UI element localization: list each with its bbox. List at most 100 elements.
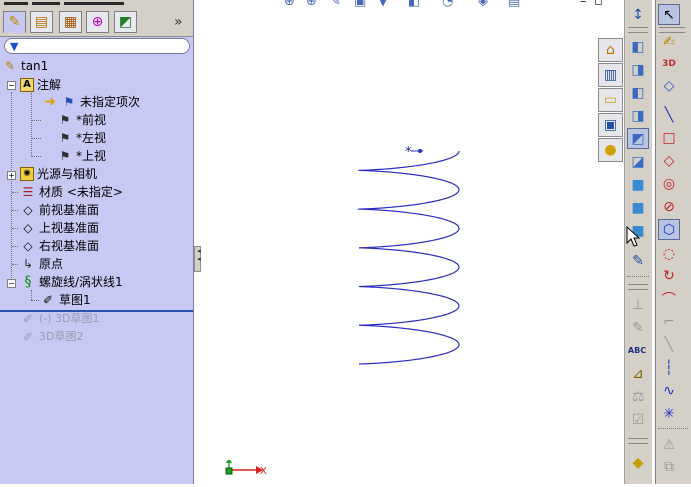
zoom-to-fit-icon[interactable]: ⊕ — [284, 0, 298, 9]
tree-item-front-view[interactable]: ⚑ *前视 — [57, 111, 106, 129]
chamfer-icon: ╲ — [664, 336, 674, 353]
tree-root[interactable]: ✎ tan1 — [2, 57, 48, 75]
toolbar-grip[interactable] — [628, 284, 648, 290]
tree-item-top-view[interactable]: ⚑ *上视 — [57, 147, 106, 165]
bottom-view-button[interactable]: ◪ — [627, 151, 649, 172]
back-view-button[interactable]: ◨ — [627, 59, 649, 80]
tree-item-front-plane[interactable]: ◇ 前视基准面 — [20, 201, 99, 219]
normal-to-button[interactable]: ↕ — [627, 4, 649, 25]
file-explorer-tab[interactable]: ▭ — [598, 88, 623, 112]
helix-curve[interactable] — [356, 150, 460, 365]
parallelogram-button[interactable]: ◇ — [658, 150, 680, 171]
tree-item-undefined-items[interactable]: ➜ ⚑ 未指定项次 — [42, 93, 140, 111]
tree-item-helix[interactable]: § 螺旋线/涡状线1 — [20, 273, 123, 291]
centerline-button[interactable]: ┆ — [658, 357, 680, 378]
centerpoint-arc-button[interactable]: ◌ — [658, 243, 680, 264]
lights-expander[interactable]: + — [7, 171, 16, 180]
smart-dimension-sketch-button[interactable]: ◇ — [658, 75, 680, 96]
ellipse-button[interactable]: ⊘ — [658, 196, 680, 217]
rectangle-button[interactable]: □ — [658, 127, 680, 148]
toolbar-grip[interactable] — [628, 438, 648, 444]
sketch-fillet-button[interactable]: ⌐ — [658, 311, 680, 332]
isometric-view-button[interactable]: ■ — [627, 174, 649, 195]
right-view-button[interactable]: ◨ — [627, 105, 649, 126]
annotation-view-icon: ⚑ — [59, 149, 71, 163]
tree-filter-input[interactable]: ▼ — [4, 38, 190, 54]
view-selector-button[interactable]: ✎ — [627, 250, 649, 271]
tree-item-3d-sketch1[interactable]: ✐ (-) 3D草图1 — [20, 310, 100, 328]
design-library-tab[interactable]: ▥ — [598, 63, 623, 87]
window-restore-icon[interactable]: ▫ — [594, 0, 608, 9]
view-settings-icon[interactable]: ▤ — [508, 0, 522, 9]
previous-view-icon[interactable]: ✎ — [330, 0, 344, 9]
toolbar-grip[interactable] — [628, 27, 648, 33]
surface-finish-button[interactable]: ☑ — [627, 409, 649, 430]
shaded-cube-icon: ■ — [631, 199, 645, 216]
tree-item-sketch1[interactable]: ✐ 草图1 — [40, 291, 91, 309]
polygon-button[interactable]: ⬡ — [658, 219, 680, 240]
helix-expander[interactable]: − — [7, 279, 16, 288]
display-icon: ◩ — [118, 14, 133, 30]
hide-show-icon[interactable]: ◔ — [442, 0, 456, 9]
offset-icon: ⧉ — [664, 458, 674, 475]
balloon-button[interactable]: ⚖ — [627, 386, 649, 407]
select-button[interactable]: ↖ — [658, 4, 680, 25]
three-point-arc-button[interactable]: ⌒ — [658, 288, 680, 309]
graphics-area[interactable]: * — [201, 10, 596, 484]
display-style-icon[interactable]: ◧ — [408, 0, 422, 9]
filter-icon: ▼ — [10, 40, 19, 53]
point-button[interactable]: ✳ — [658, 403, 680, 424]
tree-item-lights-cameras[interactable]: ✺ 光源与相机 — [20, 165, 97, 183]
tabs-overflow-button[interactable]: » — [174, 14, 183, 30]
panel-splitter-handle[interactable]: ◂◂ — [194, 246, 203, 272]
spell-check-button[interactable]: ABC — [626, 340, 648, 361]
trim-button[interactable]: ⚠ — [658, 434, 680, 455]
tangent-arc-button[interactable]: ↻ — [658, 265, 680, 286]
note-button[interactable]: ✎ — [627, 317, 649, 338]
home-tab[interactable]: ⌂ — [598, 38, 623, 62]
helix-start-point[interactable] — [411, 149, 423, 153]
propertymanager-tab[interactable]: ▤ — [30, 11, 53, 33]
cube-icon: ◩ — [631, 130, 645, 147]
dimxpert-tab[interactable]: ⊕ — [86, 11, 109, 33]
appearances-tab[interactable]: ● — [598, 138, 623, 162]
annotation-icon: A — [20, 78, 34, 92]
balloon-icon: ⚖ — [631, 388, 645, 405]
tree-root-label: tan1 — [21, 59, 49, 73]
window-minimize-icon[interactable]: – — [580, 0, 594, 9]
line-button[interactable]: ╲ — [658, 104, 680, 125]
tree-item-3d-sketch2[interactable]: ✐ 3D草图2 — [20, 328, 84, 346]
annotations-expander[interactable]: − — [7, 81, 16, 90]
3d-sketch-button[interactable]: 3D — [658, 53, 680, 74]
top-view-label: *上视 — [76, 149, 107, 163]
tree-item-origin[interactable]: ↳ 原点 — [20, 255, 63, 273]
diamond-icon: ◇ — [663, 152, 675, 169]
spline-button[interactable]: ∿ — [658, 380, 680, 401]
smart-dimension-button[interactable]: ⊥ — [627, 294, 649, 315]
tree-item-right-plane[interactable]: ◇ 右视基准面 — [20, 237, 99, 255]
sketch-button[interactable]: ✍ — [658, 31, 680, 52]
format-painter-button[interactable]: ⊿ — [627, 363, 649, 384]
tree-item-material[interactable]: ☰ 材质 <未指定> — [20, 183, 123, 201]
display-tab[interactable]: ◩ — [114, 11, 137, 33]
offset-button[interactable]: ⧉ — [658, 456, 680, 477]
trimetric-view-button[interactable]: ■ — [627, 197, 649, 218]
front-view-button[interactable]: ◧ — [627, 36, 649, 57]
zoom-area-icon[interactable]: ⊕ — [306, 0, 320, 9]
helix-drawing: * — [356, 145, 460, 365]
top-view-button[interactable]: ◩ — [627, 128, 649, 149]
edit-appearance-icon[interactable]: ◈ — [478, 0, 492, 9]
view-palette-tab[interactable]: ▣ — [598, 113, 623, 137]
fillet-icon: ⌐ — [663, 313, 675, 330]
left-view-button[interactable]: ◧ — [627, 82, 649, 103]
measure-button[interactable]: ◆ — [627, 452, 649, 473]
circle-button[interactable]: ◎ — [658, 173, 680, 194]
view-orientation-icon[interactable]: ▼ — [378, 0, 392, 9]
tree-item-left-view[interactable]: ⚑ *左视 — [57, 129, 106, 147]
sketch-chamfer-button[interactable]: ╲ — [658, 334, 680, 355]
tree-item-annotations[interactable]: A 注解 — [20, 76, 61, 94]
tree-item-top-plane[interactable]: ◇ 上视基准面 — [20, 219, 99, 237]
featuremanager-tab[interactable]: ✎ — [3, 11, 26, 33]
section-view-icon[interactable]: ▣ — [354, 0, 368, 9]
configuration-tab[interactable]: ▦ — [59, 11, 82, 33]
